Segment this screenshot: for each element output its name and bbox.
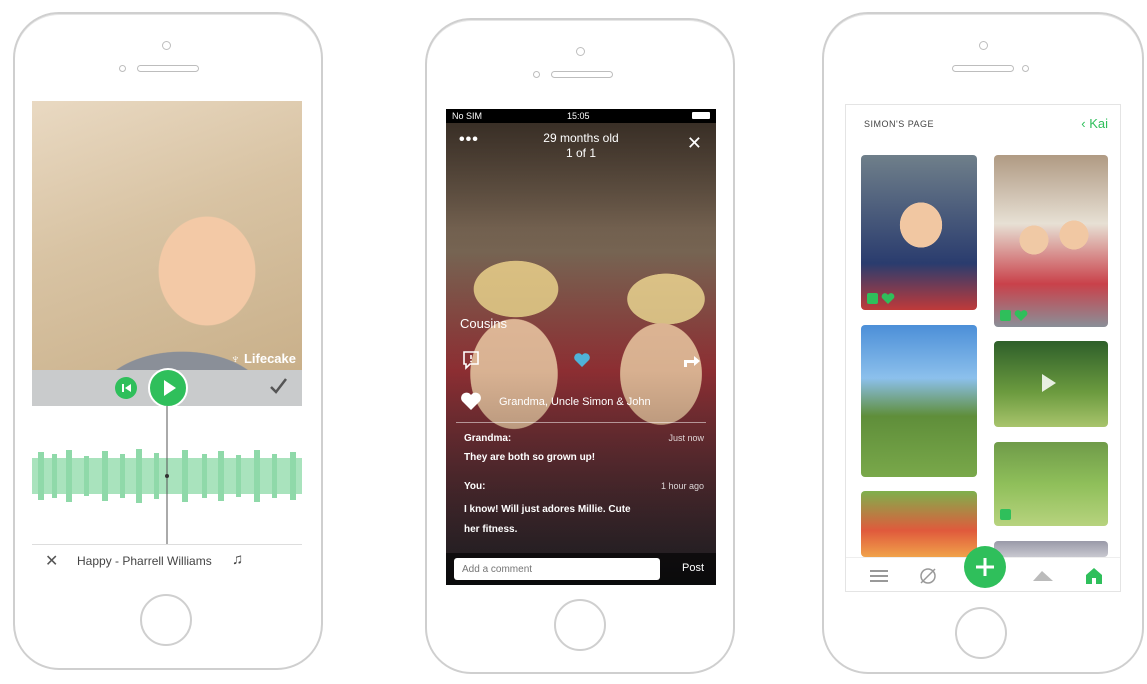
- front-camera: [576, 47, 585, 56]
- heart-icon: [461, 392, 481, 410]
- photo-thumbnail[interactable]: [861, 491, 977, 557]
- rewind-button[interactable]: [115, 377, 137, 399]
- add-button[interactable]: [964, 546, 1006, 588]
- close-icon[interactable]: ✕: [687, 133, 702, 154]
- speaker: [952, 65, 1014, 72]
- speaker: [551, 71, 613, 78]
- screen-3: SIMON'S PAGE ‹ Kai: [845, 104, 1121, 592]
- phone-frame-2: No SIM 15:05 ••• 29 months old 1 of 1 ✕ …: [425, 18, 735, 674]
- status-bar: No SIM 15:05: [446, 109, 716, 123]
- sensor: [1022, 65, 1029, 72]
- status-time: 15:05: [567, 111, 590, 121]
- comment-input[interactable]: [454, 558, 660, 580]
- comment-time: Just now: [668, 433, 704, 443]
- song-title[interactable]: Happy - Pharrell Williams: [77, 554, 212, 568]
- baby-photo: [32, 101, 302, 370]
- send-icon[interactable]: [1032, 569, 1054, 583]
- moment-badge: [867, 293, 878, 304]
- menu-icon[interactable]: [870, 569, 888, 583]
- play-icon: [164, 380, 176, 396]
- page-title: SIMON'S PAGE: [864, 119, 935, 129]
- song-bar: ✕ Happy - Pharrell Williams ♫: [32, 544, 302, 577]
- play-icon: [1042, 374, 1056, 392]
- photo-caption: Cousins: [460, 316, 507, 331]
- home-button[interactable]: [554, 599, 606, 651]
- close-icon[interactable]: ✕: [45, 551, 58, 571]
- screen-2: No SIM 15:05 ••• 29 months old 1 of 1 ✕ …: [446, 109, 716, 585]
- rewind-icon: [122, 384, 131, 392]
- photo-thumbnail[interactable]: [994, 541, 1108, 557]
- profile-switch-link[interactable]: ‹ Kai: [1081, 116, 1108, 131]
- home-button[interactable]: [140, 594, 192, 646]
- moment-badge: [1000, 509, 1011, 520]
- home-icon[interactable]: [1084, 567, 1104, 585]
- photo-counter: 1 of 1: [565, 146, 597, 160]
- confirm-button[interactable]: [268, 376, 288, 396]
- add-icon: [976, 558, 994, 576]
- checkmark-icon: [270, 378, 287, 394]
- bottom-nav: [846, 546, 1120, 591]
- post-button[interactable]: Post: [682, 562, 704, 574]
- lifecake-logo: ♆ Lifecake: [231, 351, 296, 366]
- photo-title: 29 months old: [543, 131, 619, 145]
- moment-badge: [1000, 310, 1011, 321]
- photo-thumbnail[interactable]: [861, 155, 977, 310]
- comment-2: You: 1 hour ago I know! Will just adores…: [464, 481, 704, 540]
- play-button[interactable]: [148, 368, 188, 408]
- heart-icon: [881, 293, 895, 304]
- player-bar: [32, 368, 302, 408]
- camera-off-icon[interactable]: [918, 566, 938, 586]
- share-icon[interactable]: [682, 351, 702, 369]
- home-button[interactable]: [955, 607, 1007, 659]
- brand-label: Lifecake: [243, 351, 296, 366]
- sensor: [119, 65, 126, 72]
- speaker: [137, 65, 199, 72]
- like-icon[interactable]: [573, 352, 591, 368]
- photo-thumbnail[interactable]: [994, 155, 1108, 327]
- sensor: [533, 71, 540, 78]
- comment-icon[interactable]: [462, 350, 480, 370]
- photo-thumbnail[interactable]: [861, 325, 977, 477]
- audio-waveform[interactable]: [32, 406, 302, 544]
- front-camera: [162, 41, 171, 50]
- photo-thumbnail[interactable]: [994, 341, 1108, 427]
- comment-input-bar: Post: [446, 553, 716, 585]
- phone-frame-3: SIMON'S PAGE ‹ Kai: [822, 12, 1144, 674]
- comment-text: They are both so grown up!: [464, 452, 596, 463]
- page-header: SIMON'S PAGE ‹ Kai: [846, 105, 1120, 141]
- music-note-icon: ♫: [232, 551, 244, 568]
- likes-text: Grandma, Uncle Simon & John: [499, 396, 651, 408]
- heart-icon: [1014, 310, 1028, 321]
- battery-icon: [692, 112, 710, 119]
- photo-thumbnail[interactable]: [994, 442, 1108, 526]
- profile-name: Kai: [1089, 116, 1108, 131]
- phone-frame-1: ♆ Lifecake ✕ Happy - Pharrell Williams ♫: [13, 12, 323, 670]
- divider: [456, 422, 706, 423]
- chevron-left-icon: ‹: [1081, 116, 1090, 131]
- logo-icon: ♆: [230, 351, 244, 366]
- comment-text: I know! Will just adores Millie. Cute he…: [464, 504, 631, 535]
- carrier-label: No SIM: [452, 111, 483, 121]
- screen-1: ♆ Lifecake ✕ Happy - Pharrell Williams ♫: [32, 101, 302, 577]
- comment-1: Grandma: Just now They are both so grown…: [464, 433, 704, 463]
- comment-time: 1 hour ago: [660, 481, 704, 491]
- front-camera: [979, 41, 988, 50]
